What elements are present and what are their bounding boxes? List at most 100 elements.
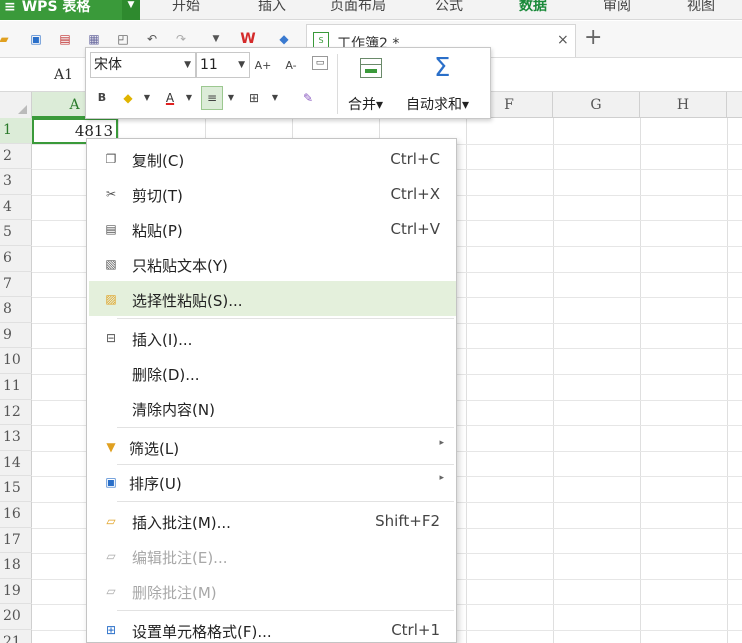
row-header[interactable]: 7 (0, 272, 32, 298)
tab-formula[interactable]: 公式 (435, 0, 463, 20)
menu-item-label: 编辑批注(E)... (132, 549, 228, 567)
insert-cells-icon: ⊟ (105, 331, 117, 345)
row-header[interactable]: 5 (0, 220, 32, 246)
row-header[interactable]: 17 (0, 528, 32, 554)
fill-color-icon[interactable]: ◆ (120, 88, 136, 108)
customize-dropdown-icon[interactable]: ▼ (208, 31, 224, 47)
undo-icon[interactable]: ↶ (144, 31, 160, 47)
print-preview-icon[interactable]: ◰ (115, 31, 131, 47)
chevron-down-icon[interactable]: ▼ (226, 88, 236, 108)
save-icon[interactable]: ▣ (28, 31, 44, 47)
menu-item-format-cells[interactable]: ⊞ 设置单元格格式(F)... Ctrl+1 (89, 612, 456, 643)
menu-item-label: 筛选(L) (129, 440, 180, 458)
new-tab-button[interactable]: + (584, 27, 602, 49)
menu-item-label: 插入(I)... (132, 331, 193, 349)
menu-item-delete-comment: ▱ 删除批注(M) (89, 573, 456, 608)
tab-view[interactable]: 视图 (687, 0, 715, 20)
decrease-font-button[interactable]: A- (282, 56, 300, 76)
row-header[interactable]: 2 (0, 144, 32, 170)
app-menu-button[interactable]: ≡ WPS 表格 (0, 0, 122, 20)
chevron-down-icon[interactable]: ▼ (270, 88, 280, 108)
wps-logo-icon[interactable]: W (240, 31, 256, 47)
grid-line (727, 118, 728, 643)
scissors-icon: ✂ (105, 187, 117, 201)
row-header[interactable]: 20 (0, 604, 32, 630)
row-header[interactable]: 13 (0, 425, 32, 451)
menu-separator (117, 318, 454, 319)
grid-line (466, 118, 467, 643)
autosum-icon[interactable]: Σ (434, 54, 450, 82)
row-header[interactable]: 9 (0, 323, 32, 349)
select-all-corner[interactable] (0, 92, 32, 118)
tab-page-layout[interactable]: 页面布局 (330, 0, 386, 20)
menu-item-filter[interactable]: ▼ 筛选(L) ▸ (89, 429, 456, 464)
copy-icon: ❐ (105, 152, 117, 166)
menu-item-clear-contents[interactable]: 清除内容(N) (89, 390, 456, 425)
merge-button[interactable]: 合并▾ (348, 94, 383, 114)
menu-item-paste-text-only[interactable]: ▧ 只粘贴文本(Y) (89, 246, 456, 281)
tab-data[interactable]: 数据 (519, 0, 547, 20)
open-folder-icon[interactable]: ▰ (0, 31, 12, 47)
align-center-icon[interactable]: ≡ (201, 86, 223, 110)
row-header[interactable]: 15 (0, 476, 32, 502)
menu-item-shortcut: Ctrl+X (390, 185, 440, 203)
chevron-down-icon[interactable]: ▼ (142, 88, 152, 108)
row-header[interactable]: 16 (0, 502, 32, 528)
menu-item-label: 剪切(T) (132, 187, 183, 205)
column-header[interactable]: G (553, 92, 640, 118)
chevron-down-icon[interactable]: ▼ (184, 88, 194, 108)
close-tab-icon[interactable]: × (557, 32, 569, 48)
row-header[interactable]: 12 (0, 400, 32, 426)
sort-icon: ▣ (105, 475, 117, 489)
menu-item-delete[interactable]: 删除(D)... (89, 355, 456, 390)
cloud-box-icon[interactable]: ◆ (276, 31, 292, 47)
autosum-button[interactable]: 自动求和▾ (406, 94, 469, 114)
clear-format-icon[interactable]: ▭ (312, 56, 328, 70)
row-header[interactable]: 6 (0, 246, 32, 272)
borders-icon[interactable]: ⊞ (246, 88, 262, 108)
app-name: WPS 表格 (21, 0, 91, 15)
row-header[interactable]: 10 (0, 348, 32, 374)
export-pdf-icon[interactable]: ▤ (57, 31, 73, 47)
menu-item-label: 设置单元格格式(F)... (132, 623, 272, 641)
app-dropdown-button[interactable]: ▼ (122, 0, 140, 20)
divider (337, 54, 338, 114)
tab-insert[interactable]: 插入 (258, 0, 286, 20)
font-size-value: 11 (200, 57, 218, 73)
tab-review[interactable]: 审阅 (603, 0, 631, 20)
bold-button[interactable]: B (94, 88, 110, 108)
menu-item-cut[interactable]: ✂ 剪切(T) Ctrl+X (89, 176, 456, 211)
row-header[interactable]: 4 (0, 195, 32, 221)
row-header[interactable]: 1 (0, 118, 32, 144)
print-icon[interactable]: ▦ (86, 31, 102, 47)
menu-item-insert[interactable]: ⊟ 插入(I)... (89, 320, 456, 355)
menu-item-insert-comment[interactable]: ▱ 插入批注(M)... Shift+F2 (89, 503, 456, 538)
menu-separator (117, 610, 454, 611)
row-header[interactable]: 14 (0, 451, 32, 477)
menu-item-paste-special[interactable]: ▨ 选择性粘贴(S)... (89, 281, 456, 316)
font-size-select[interactable]: 11 ▼ (196, 52, 250, 78)
tab-home[interactable]: 开始 (172, 0, 200, 20)
menu-item-copy[interactable]: ❐ 复制(C) Ctrl+C (89, 141, 456, 176)
row-header[interactable]: 11 (0, 374, 32, 400)
format-painter-icon[interactable]: ✎ (300, 88, 316, 108)
redo-icon[interactable]: ↷ (173, 31, 189, 47)
format-cells-icon: ⊞ (105, 623, 117, 637)
menu-item-paste[interactable]: ▤ 粘贴(P) Ctrl+V (89, 211, 456, 246)
menu-item-shortcut: Ctrl+V (390, 220, 440, 238)
row-header[interactable]: 21 (0, 630, 32, 643)
font-name-select[interactable]: 宋体 ▼ (90, 52, 196, 78)
column-header[interactable]: H (640, 92, 727, 118)
increase-font-button[interactable]: A+ (254, 56, 272, 76)
merge-cells-icon[interactable] (360, 58, 382, 78)
menu-item-label: 选择性粘贴(S)... (132, 292, 243, 310)
row-header[interactable]: 8 (0, 297, 32, 323)
menu-icon: ≡ (4, 0, 16, 15)
menu-item-sort[interactable]: ▣ 排序(U) ▸ (89, 464, 456, 499)
row-header[interactable]: 18 (0, 553, 32, 579)
font-color-icon[interactable]: A (162, 88, 178, 108)
row-header[interactable]: 3 (0, 169, 32, 195)
name-box[interactable]: A1 (0, 59, 90, 92)
row-header[interactable]: 19 (0, 579, 32, 605)
chevron-down-icon: ▼ (238, 60, 245, 70)
